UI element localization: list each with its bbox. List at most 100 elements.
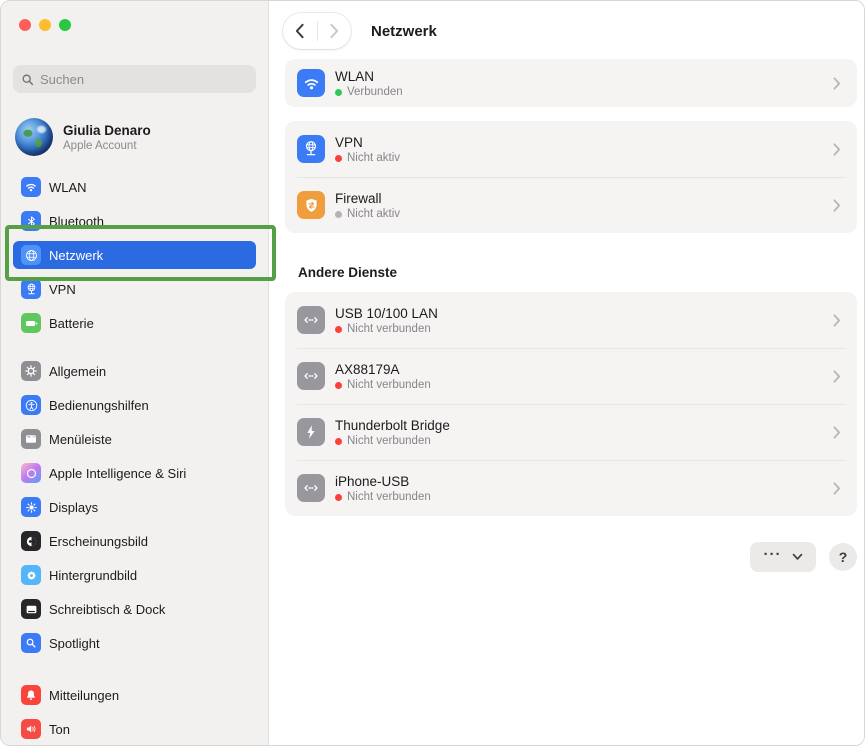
row-status: Nicht aktiv (347, 152, 400, 164)
thunderbolt-icon (297, 418, 325, 446)
iphone-usb-row[interactable]: iPhone-USB Nicht verbunden (285, 460, 857, 516)
row-title: WLAN (335, 68, 403, 85)
row-status: Nicht verbunden (347, 491, 431, 503)
sidebar: Giulia Denaro Apple Account WLAN (1, 1, 269, 745)
sidebar-item-label: Spotlight (49, 636, 100, 651)
apple-account-row[interactable]: Giulia Denaro Apple Account (13, 117, 256, 157)
firewall-shield-icon (297, 191, 325, 219)
row-title: iPhone-USB (335, 473, 431, 490)
sidebar-item-netzwerk[interactable]: Netzwerk (13, 241, 256, 269)
sidebar-item-bedienungshilfen[interactable]: Bedienungshilfen (13, 391, 256, 419)
status-dot-red (335, 326, 342, 333)
sidebar-item-spotlight[interactable]: Spotlight (13, 629, 256, 657)
firewall-row[interactable]: Firewall Nicht aktiv (285, 177, 857, 233)
close-window-button[interactable] (19, 19, 31, 31)
status-dot-red (335, 438, 342, 445)
appearance-icon (21, 531, 41, 551)
sidebar-item-label: VPN (49, 282, 76, 297)
chevron-right-icon (833, 77, 841, 90)
bluetooth-icon (21, 211, 41, 231)
vpn-row[interactable]: VPN Nicht aktiv (285, 121, 857, 177)
account-subtitle: Apple Account (63, 139, 151, 153)
main-header: Netzwerk (269, 1, 864, 53)
wlan-card: WLAN Verbunden (285, 59, 857, 107)
sidebar-item-vpn[interactable]: VPN (13, 275, 256, 303)
ethernet-icon (297, 362, 325, 390)
system-settings-window: Giulia Denaro Apple Account WLAN (0, 0, 865, 746)
sidebar-item-apple-intelligence-siri[interactable]: Apple Intelligence & Siri (13, 459, 256, 487)
search-field[interactable] (13, 65, 256, 93)
row-title: USB 10/100 LAN (335, 305, 438, 322)
globe-network-icon (21, 245, 41, 265)
sidebar-item-label: Bedienungshilfen (49, 398, 149, 413)
row-status: Verbunden (347, 86, 403, 98)
brightness-icon (21, 497, 41, 517)
status-dot-red (335, 382, 342, 389)
status-dot-gray (335, 211, 342, 218)
history-nav (283, 13, 351, 49)
wlan-row[interactable]: WLAN Verbunden (285, 59, 857, 107)
forward-button[interactable] (317, 13, 351, 49)
vpn-globe-icon (297, 135, 325, 163)
main-pane: Netzwerk WLAN (269, 1, 864, 745)
sidebar-item-mitteilungen[interactable]: Mitteilungen (13, 681, 256, 709)
sidebar-item-ton[interactable]: Ton (13, 715, 256, 743)
row-title: Firewall (335, 190, 400, 207)
sidebar-item-label: Bluetooth (49, 214, 104, 229)
help-button[interactable]: ? (829, 543, 857, 571)
more-options-button[interactable]: ··· (750, 542, 816, 572)
bell-icon (21, 685, 41, 705)
footer-actions: ··· ? (285, 542, 857, 572)
sidebar-item-label: Displays (49, 500, 98, 515)
section-title: Andere Dienste (298, 265, 857, 280)
search-input[interactable] (40, 72, 248, 87)
ellipsis-icon: ··· (764, 550, 782, 560)
sidebar-item-label: Apple Intelligence & Siri (49, 466, 186, 481)
sidebar-item-hintergrundbild[interactable]: Hintergrundbild (13, 561, 256, 589)
sidebar-item-label: Erscheinungsbild (49, 534, 148, 549)
zoom-window-button[interactable] (59, 19, 71, 31)
ethernet-icon (297, 474, 325, 502)
row-status: Nicht verbunden (347, 379, 431, 391)
usb-lan-row[interactable]: USB 10/100 LAN Nicht verbunden (285, 292, 857, 348)
sidebar-item-label: Batterie (49, 316, 94, 331)
sidebar-item-label: WLAN (49, 180, 87, 195)
sidebar-item-label: Hintergrundbild (49, 568, 137, 583)
wifi-icon (21, 177, 41, 197)
chevron-right-icon (833, 143, 841, 156)
back-button[interactable] (283, 13, 317, 49)
sidebar-item-batterie[interactable]: Batterie (13, 309, 256, 337)
battery-icon (21, 313, 41, 333)
sidebar-item-displays[interactable]: Displays (13, 493, 256, 521)
row-status: Nicht verbunden (347, 435, 431, 447)
sidebar-item-schreibtisch-dock[interactable]: Schreibtisch & Dock (13, 595, 256, 623)
row-status: Nicht verbunden (347, 323, 431, 335)
sidebar-item-label: Schreibtisch & Dock (49, 602, 165, 617)
row-title: Thunderbolt Bridge (335, 417, 450, 434)
desktop-dock-icon (21, 599, 41, 619)
sidebar-item-allgemein[interactable]: Allgemein (13, 357, 256, 385)
sidebar-item-label: Netzwerk (49, 248, 103, 263)
other-services-card: USB 10/100 LAN Nicht verbunden (285, 292, 857, 516)
accessibility-icon (21, 395, 41, 415)
chevron-right-icon (833, 199, 841, 212)
wallpaper-flower-icon (21, 565, 41, 585)
sidebar-item-label: Menüleiste (49, 432, 112, 447)
chevron-down-icon (792, 553, 803, 561)
ax88179a-row[interactable]: AX88179A Nicht verbunden (285, 348, 857, 404)
wifi-icon (297, 69, 325, 97)
sidebar-item-wlan[interactable]: WLAN (13, 173, 256, 201)
window-controls (13, 1, 256, 31)
sidebar-item-erscheinungsbild[interactable]: Erscheinungsbild (13, 527, 256, 555)
sidebar-item-menueleiste[interactable]: Menüleiste (13, 425, 256, 453)
status-dot-red (335, 155, 342, 162)
vpn-firewall-card: VPN Nicht aktiv (285, 121, 857, 233)
sidebar-item-bluetooth[interactable]: Bluetooth (13, 207, 256, 235)
thunderbolt-bridge-row[interactable]: Thunderbolt Bridge Nicht verbunden (285, 404, 857, 460)
sidebar-item-label: Mitteilungen (49, 688, 119, 703)
sidebar-group-notifications: Mitteilungen Ton (13, 681, 256, 743)
minimize-window-button[interactable] (39, 19, 51, 31)
account-name: Giulia Denaro (63, 122, 151, 139)
speaker-icon (21, 719, 41, 739)
row-status: Nicht aktiv (347, 208, 400, 220)
